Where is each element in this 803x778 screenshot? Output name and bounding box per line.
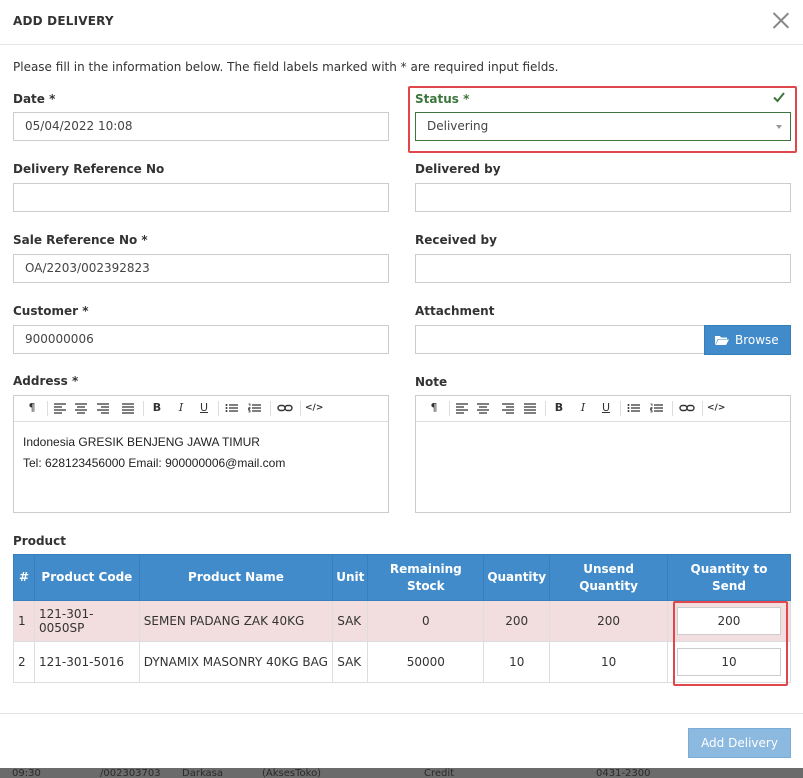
- background-code: 0431-2300: [596, 768, 651, 778]
- ordered-list-icon[interactable]: [650, 400, 664, 416]
- browse-label: Browse: [735, 333, 779, 347]
- column-header: Remaining Stock: [367, 554, 485, 601]
- modal-title: ADD DELIVERY: [13, 14, 114, 28]
- align-left-icon[interactable]: [53, 400, 67, 416]
- received-by-input[interactable]: [415, 254, 791, 283]
- link-icon[interactable]: [679, 400, 695, 416]
- row-number: 1: [13, 600, 35, 642]
- address-label: Address *: [13, 374, 79, 388]
- note-editor-toolbar: ¶ B I U </>: [416, 396, 790, 422]
- background-ref: /002303703: [100, 768, 161, 778]
- delivery-reference-label: Delivery Reference No: [13, 162, 165, 176]
- sale-reference-label: Sale Reference No *: [13, 233, 148, 247]
- product-label: Product: [13, 534, 66, 548]
- paragraph-button[interactable]: ¶: [25, 400, 39, 416]
- background-name: Darkasa: [182, 768, 224, 778]
- check-icon: [773, 92, 785, 103]
- product-unit: SAK: [332, 600, 369, 642]
- column-header: Unit: [332, 554, 369, 601]
- status-select-value: Delivering: [427, 119, 489, 133]
- align-right-icon[interactable]: [96, 400, 110, 416]
- unordered-list-icon[interactable]: [225, 400, 239, 416]
- quantity-highlight-box: [673, 601, 788, 686]
- column-header: #: [13, 554, 35, 601]
- column-header: Product Code: [33, 554, 140, 601]
- remaining-stock: 0: [367, 600, 485, 642]
- note-label: Note: [415, 375, 448, 389]
- intro-text: Please fill in the information below. Th…: [13, 60, 559, 74]
- background-pay: Credit: [424, 768, 455, 778]
- code-view-button[interactable]: </>: [305, 400, 323, 416]
- sale-reference-input[interactable]: OA/2203/002392823: [13, 254, 389, 283]
- status-select[interactable]: Delivering: [415, 112, 791, 141]
- paragraph-button[interactable]: ¶: [427, 400, 441, 416]
- column-header: Product Name: [138, 554, 334, 601]
- product-name: SEMEN PADANG ZAK 40KG: [138, 600, 334, 642]
- delivered-by-input[interactable]: [415, 183, 791, 212]
- link-icon[interactable]: [277, 400, 293, 416]
- add-delivery-button[interactable]: Add Delivery: [688, 728, 791, 758]
- note-editor[interactable]: ¶ B I U </>: [415, 395, 791, 513]
- delivery-reference-input[interactable]: [13, 183, 389, 212]
- caret-down-icon: [776, 125, 782, 129]
- product-code: 121-301-0050SP: [33, 600, 140, 642]
- close-icon[interactable]: [772, 11, 790, 29]
- note-editor-content[interactable]: [416, 422, 790, 442]
- product-name: DYNAMIX MASONRY 40KG BAG: [138, 641, 334, 683]
- customer-input[interactable]: 900000006: [13, 325, 389, 354]
- align-right-icon[interactable]: [501, 400, 515, 416]
- align-justify-icon[interactable]: [523, 400, 537, 416]
- ordered-list-icon[interactable]: [248, 400, 262, 416]
- italic-button[interactable]: I: [577, 400, 589, 416]
- modal-footer-divider: [0, 713, 803, 714]
- background-time: 09:30: [12, 768, 41, 778]
- background-page-strip: 09:30 /002303703 Darkasa (AksesToko) Cre…: [0, 768, 803, 778]
- table-header-row: # Product Code Product Name Unit Remaini…: [13, 554, 792, 601]
- unordered-list-icon[interactable]: [627, 400, 641, 416]
- address-editor[interactable]: ¶ B I U </> Indonesia GRESIK BENJENG JAW…: [13, 395, 389, 513]
- column-header: Quantity: [483, 554, 551, 601]
- column-header: Quantity to Send: [666, 554, 792, 601]
- folder-open-icon: [715, 336, 729, 345]
- address-editor-content[interactable]: Indonesia GRESIK BENJENG JAWA TIMUR Tel:…: [14, 422, 388, 484]
- product-unit: SAK: [332, 641, 369, 683]
- address-editor-toolbar: ¶ B I U </>: [14, 396, 388, 422]
- modal-header: ADD DELIVERY: [0, 0, 803, 45]
- product-code: 121-301-5016: [33, 641, 140, 683]
- date-label: Date *: [13, 92, 56, 106]
- address-line-2: Tel: 628123456000 Email: 900000006@mail.…: [23, 456, 286, 470]
- background-shop: (AksesToko): [262, 768, 322, 778]
- received-by-label: Received by: [415, 233, 497, 247]
- unsend-quantity: 10: [549, 641, 668, 683]
- browse-button[interactable]: Browse: [704, 325, 791, 355]
- row-number: 2: [13, 641, 35, 683]
- code-view-button[interactable]: </>: [707, 400, 725, 416]
- attachment-label: Attachment: [415, 304, 495, 318]
- customer-label: Customer *: [13, 304, 89, 318]
- align-center-icon[interactable]: [74, 400, 88, 416]
- add-delivery-modal: ADD DELIVERY Please fill in the informat…: [0, 0, 803, 768]
- quantity: 10: [483, 641, 551, 683]
- attachment-input[interactable]: [415, 325, 705, 354]
- status-label: Status *: [415, 92, 470, 106]
- bold-button[interactable]: B: [151, 400, 163, 416]
- italic-button[interactable]: I: [175, 400, 187, 416]
- date-input[interactable]: 05/04/2022 10:08: [13, 112, 389, 141]
- underline-button[interactable]: U: [198, 400, 210, 416]
- align-left-icon[interactable]: [455, 400, 469, 416]
- remaining-stock: 50000: [367, 641, 485, 683]
- underline-button[interactable]: U: [600, 400, 612, 416]
- address-line-1: Indonesia GRESIK BENJENG JAWA TIMUR: [23, 435, 260, 449]
- align-justify-icon[interactable]: [121, 400, 135, 416]
- align-center-icon[interactable]: [476, 400, 490, 416]
- column-header: Unsend Quantity: [549, 554, 668, 601]
- quantity: 200: [483, 600, 551, 642]
- unsend-quantity: 200: [549, 600, 668, 642]
- delivered-by-label: Delivered by: [415, 162, 501, 176]
- bold-button[interactable]: B: [553, 400, 565, 416]
